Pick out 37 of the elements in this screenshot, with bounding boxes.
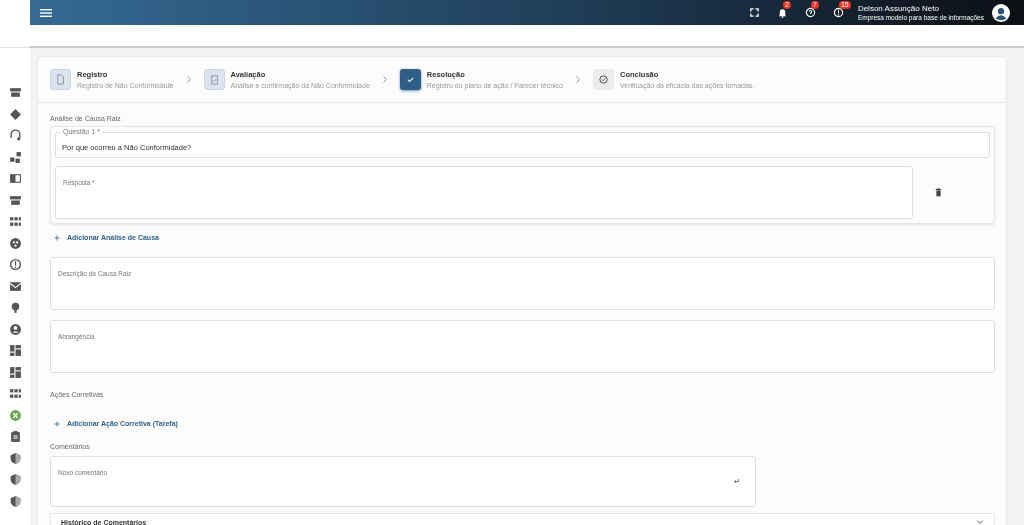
- dash-icon[interactable]: [8, 365, 22, 379]
- avatar-icon[interactable]: [992, 3, 1010, 22]
- mail-icon[interactable]: [8, 279, 22, 293]
- network-icon[interactable]: [8, 150, 22, 164]
- tag-icon[interactable]: [8, 107, 22, 121]
- step-icon[interactable]: [399, 69, 421, 90]
- chevron-right-icon: [381, 75, 388, 84]
- circles-icon[interactable]: [8, 236, 22, 250]
- enter-icon[interactable]: [733, 478, 740, 484]
- cancel-circle-icon[interactable]: [8, 408, 22, 422]
- menu-icon[interactable]: [40, 7, 52, 18]
- book-icon[interactable]: [8, 172, 22, 185]
- shield-icon[interactable]: [8, 473, 22, 486]
- grid-icon[interactable]: [8, 215, 22, 228]
- store-icon[interactable]: [8, 86, 22, 99]
- bell-icon[interactable]: [776, 7, 788, 18]
- plus-icon[interactable]: [54, 420, 60, 427]
- store-icon[interactable]: [8, 193, 22, 207]
- headset-icon[interactable]: [8, 129, 22, 142]
- trash-icon[interactable]: [935, 188, 942, 197]
- user-name: Delson Assunção Neto: [857, 4, 940, 13]
- chevron-right-icon: [185, 75, 192, 84]
- chevron-right-icon: [575, 75, 581, 84]
- clipboard-icon: [208, 74, 220, 85]
- check-circle-icon: [598, 74, 609, 85]
- clipboard-icon[interactable]: [8, 430, 22, 443]
- shield-icon[interactable]: [8, 451, 22, 465]
- alert-icon[interactable]: [8, 258, 22, 271]
- document-icon: [55, 74, 66, 85]
- person-icon[interactable]: [8, 322, 22, 336]
- help-icon[interactable]: [804, 7, 816, 18]
- grid-icon[interactable]: [8, 387, 22, 400]
- shield-icon[interactable]: [8, 494, 22, 508]
- fullscreen-icon[interactable]: [748, 7, 760, 18]
- dash-icon[interactable]: [8, 344, 22, 357]
- step-icon[interactable]: [593, 69, 614, 90]
- plus-icon[interactable]: [54, 234, 60, 241]
